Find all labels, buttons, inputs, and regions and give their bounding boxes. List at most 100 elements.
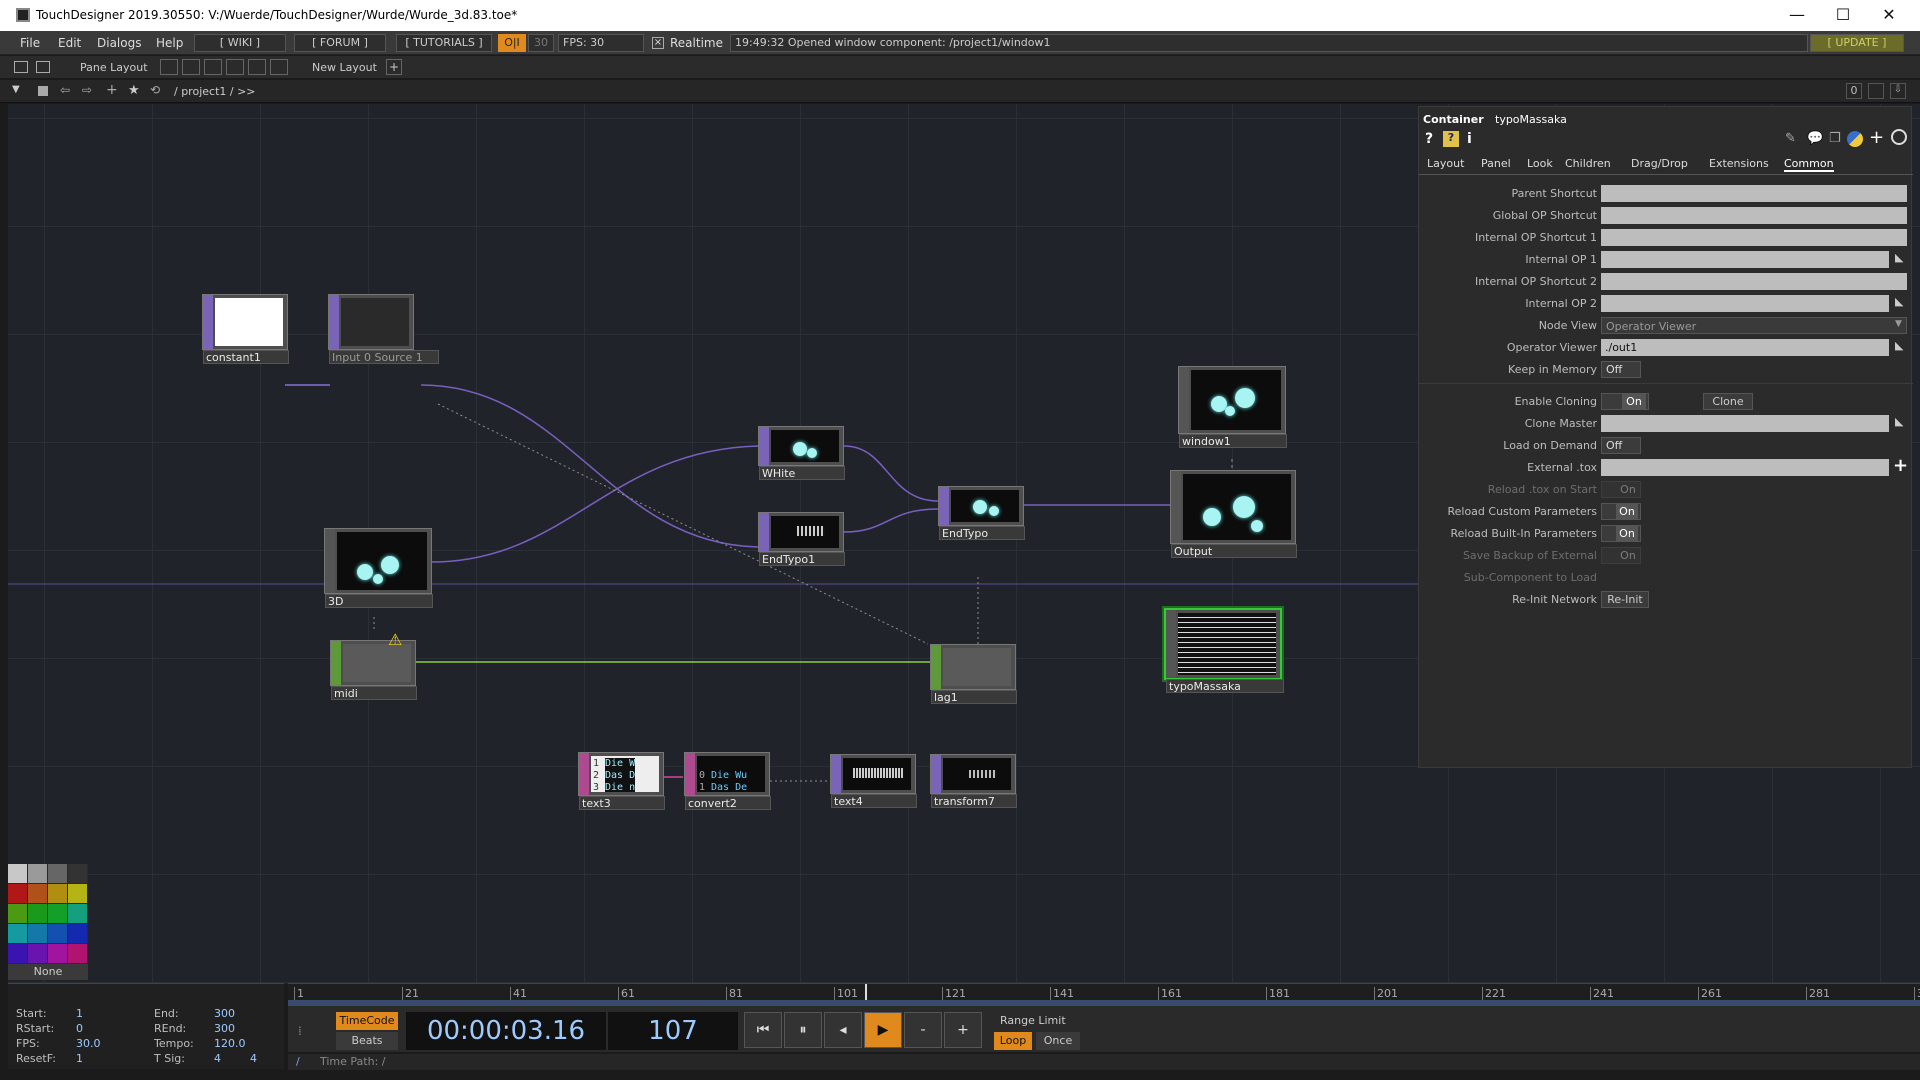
timecode-display[interactable]: 00:00:03.16 bbox=[406, 1012, 606, 1050]
node-transform7[interactable]: transform7 bbox=[930, 754, 1017, 808]
minimize-button[interactable]: — bbox=[1774, 2, 1820, 28]
tab-extensions[interactable]: Extensions bbox=[1709, 157, 1769, 170]
internal-op-shortcut-2-field[interactable] bbox=[1601, 273, 1907, 290]
node-endtypo1[interactable]: EndTypo1 bbox=[758, 512, 845, 566]
home-plus-icon[interactable]: + bbox=[106, 82, 118, 98]
node-endtypo[interactable]: EndTypo bbox=[938, 486, 1025, 540]
param-op-name[interactable]: typoMassaka bbox=[1495, 113, 1567, 126]
layout-preset-1[interactable] bbox=[160, 59, 178, 75]
internal-op-2-field[interactable] bbox=[1601, 295, 1889, 312]
node-convert2[interactable]: 01 Die Wu Das De convert2 bbox=[684, 752, 771, 810]
step-plus-button[interactable]: + bbox=[944, 1012, 982, 1048]
tsig-denominator[interactable]: 4 bbox=[250, 1051, 257, 1066]
node-lag1[interactable]: lag1 bbox=[930, 644, 1017, 704]
reload-builtin-toggle[interactable]: On bbox=[1601, 525, 1641, 542]
node-text4[interactable]: text4 bbox=[830, 754, 917, 808]
op-picker-icon[interactable]: ◣ bbox=[1895, 251, 1903, 264]
beats-toggle[interactable]: Beats bbox=[336, 1032, 398, 1050]
timeline-options-icon[interactable]: ⁞ bbox=[298, 1024, 302, 1038]
python-icon[interactable] bbox=[1847, 131, 1863, 147]
palette-swatch[interactable] bbox=[8, 864, 27, 883]
global-op-shortcut-field[interactable] bbox=[1601, 207, 1907, 224]
forward-icon[interactable]: ⇨ bbox=[82, 83, 92, 97]
browse-plus-icon[interactable]: + bbox=[1893, 455, 1908, 476]
op-picker-icon[interactable]: ◣ bbox=[1895, 339, 1903, 352]
once-toggle[interactable]: Once bbox=[1036, 1032, 1080, 1050]
maximize-button[interactable]: ☐ bbox=[1820, 2, 1866, 28]
palette-swatch[interactable] bbox=[8, 904, 27, 923]
play-button[interactable]: ▶ bbox=[864, 1012, 902, 1048]
tsig-numerator[interactable]: 4 bbox=[214, 1051, 221, 1066]
palette-swatch[interactable] bbox=[48, 924, 67, 943]
op-picker-icon[interactable]: ◣ bbox=[1895, 415, 1903, 428]
node-white[interactable]: WHite bbox=[758, 426, 845, 480]
python-help-icon[interactable]: ? bbox=[1443, 131, 1459, 147]
parent-shortcut-field[interactable] bbox=[1601, 185, 1907, 202]
rend-value[interactable]: 300 bbox=[214, 1021, 235, 1036]
tab-common[interactable]: Common bbox=[1784, 157, 1834, 172]
load-on-demand-toggle[interactable]: Off bbox=[1601, 437, 1641, 454]
node-input0-source[interactable]: Input 0 Source 1 bbox=[328, 294, 439, 364]
step-minus-button[interactable]: - bbox=[904, 1012, 942, 1048]
end-value[interactable]: 300 bbox=[214, 1006, 235, 1021]
palette-none-button[interactable]: None bbox=[8, 964, 88, 980]
op-picker-icon[interactable]: ◣ bbox=[1895, 295, 1903, 308]
tab-children[interactable]: Children bbox=[1565, 157, 1611, 170]
help-icon[interactable]: ? bbox=[1425, 131, 1433, 147]
oi-toggle[interactable]: O|I bbox=[498, 34, 526, 52]
node-typomassaka[interactable]: typoMassaka bbox=[1162, 606, 1284, 693]
internal-op-shortcut-1-field[interactable] bbox=[1601, 229, 1907, 246]
network-path[interactable]: / project1 / >> bbox=[174, 85, 256, 98]
node-constant1[interactable]: constant1 bbox=[202, 294, 289, 364]
pane-import-icon[interactable]: ⇩ bbox=[1890, 83, 1906, 99]
layout-preset-3[interactable] bbox=[204, 59, 222, 75]
frame-display[interactable]: 107 bbox=[608, 1012, 738, 1050]
time-path-icon[interactable]: / bbox=[296, 1055, 300, 1068]
palette-swatch[interactable] bbox=[8, 924, 27, 943]
node-output[interactable]: Output bbox=[1170, 470, 1297, 558]
palette-swatch[interactable] bbox=[28, 904, 47, 923]
rstart-value[interactable]: 0 bbox=[76, 1021, 83, 1036]
dropdown-icon[interactable]: ▼ bbox=[12, 84, 20, 95]
refresh-icon[interactable]: ⟲ bbox=[150, 83, 160, 97]
layout-preset-6[interactable] bbox=[270, 59, 288, 75]
tempo-value[interactable]: 120.0 bbox=[214, 1036, 246, 1051]
palette-swatch[interactable] bbox=[68, 904, 87, 923]
update-button[interactable]: [ UPDATE ] bbox=[1810, 34, 1904, 52]
palette-swatch[interactable] bbox=[28, 944, 47, 963]
layout-preset-5[interactable] bbox=[248, 59, 266, 75]
layout-preset-4[interactable] bbox=[226, 59, 244, 75]
palette-swatch[interactable] bbox=[28, 864, 47, 883]
tab-panel[interactable]: Panel bbox=[1481, 157, 1511, 170]
node-view-select[interactable]: Operator Viewer bbox=[1601, 317, 1907, 334]
node-text3[interactable]: 123 Die W Das D Die n text3 bbox=[578, 752, 665, 810]
realtime-checkbox[interactable]: × bbox=[652, 37, 664, 49]
menu-dialogs[interactable]: Dialogs bbox=[97, 36, 141, 50]
palette-swatch[interactable] bbox=[68, 884, 87, 903]
rewind-button[interactable]: ⏮ bbox=[744, 1012, 782, 1048]
palette-swatch[interactable] bbox=[28, 884, 47, 903]
forum-button[interactable]: [ FORUM ] bbox=[294, 34, 386, 52]
fps-value[interactable]: 30.0 bbox=[76, 1036, 101, 1051]
menu-file[interactable]: File bbox=[20, 36, 40, 50]
node-window1[interactable]: window1 bbox=[1178, 366, 1287, 448]
wiki-button[interactable]: [ WIKI ] bbox=[194, 34, 286, 52]
palette-swatch[interactable] bbox=[68, 944, 87, 963]
menu-edit[interactable]: Edit bbox=[58, 36, 81, 50]
loop-toggle[interactable]: Loop bbox=[994, 1032, 1032, 1050]
reload-tox-toggle[interactable]: On bbox=[1601, 481, 1641, 498]
bookmark-star-icon[interactable]: ★ bbox=[128, 83, 140, 98]
node-midi[interactable]: midi bbox=[330, 640, 417, 700]
add-parameter-icon[interactable]: + bbox=[1869, 127, 1884, 148]
comment-icon[interactable]: 💬 bbox=[1807, 131, 1823, 146]
save-backup-toggle[interactable]: On bbox=[1601, 547, 1641, 564]
node-3d[interactable]: 3D bbox=[324, 528, 433, 608]
warning-icon[interactable]: ⚠ bbox=[388, 630, 402, 649]
operator-viewer-field[interactable]: ./out1 bbox=[1601, 339, 1889, 356]
resetf-value[interactable]: 1 bbox=[76, 1051, 83, 1066]
tutorials-button[interactable]: [ TUTORIALS ] bbox=[396, 34, 492, 52]
tab-dragdrop[interactable]: Drag/Drop bbox=[1631, 157, 1688, 170]
target-icon[interactable] bbox=[1891, 129, 1907, 145]
chevron-down-icon[interactable]: ▼ bbox=[1895, 319, 1902, 329]
menu-help[interactable]: Help bbox=[156, 36, 183, 50]
